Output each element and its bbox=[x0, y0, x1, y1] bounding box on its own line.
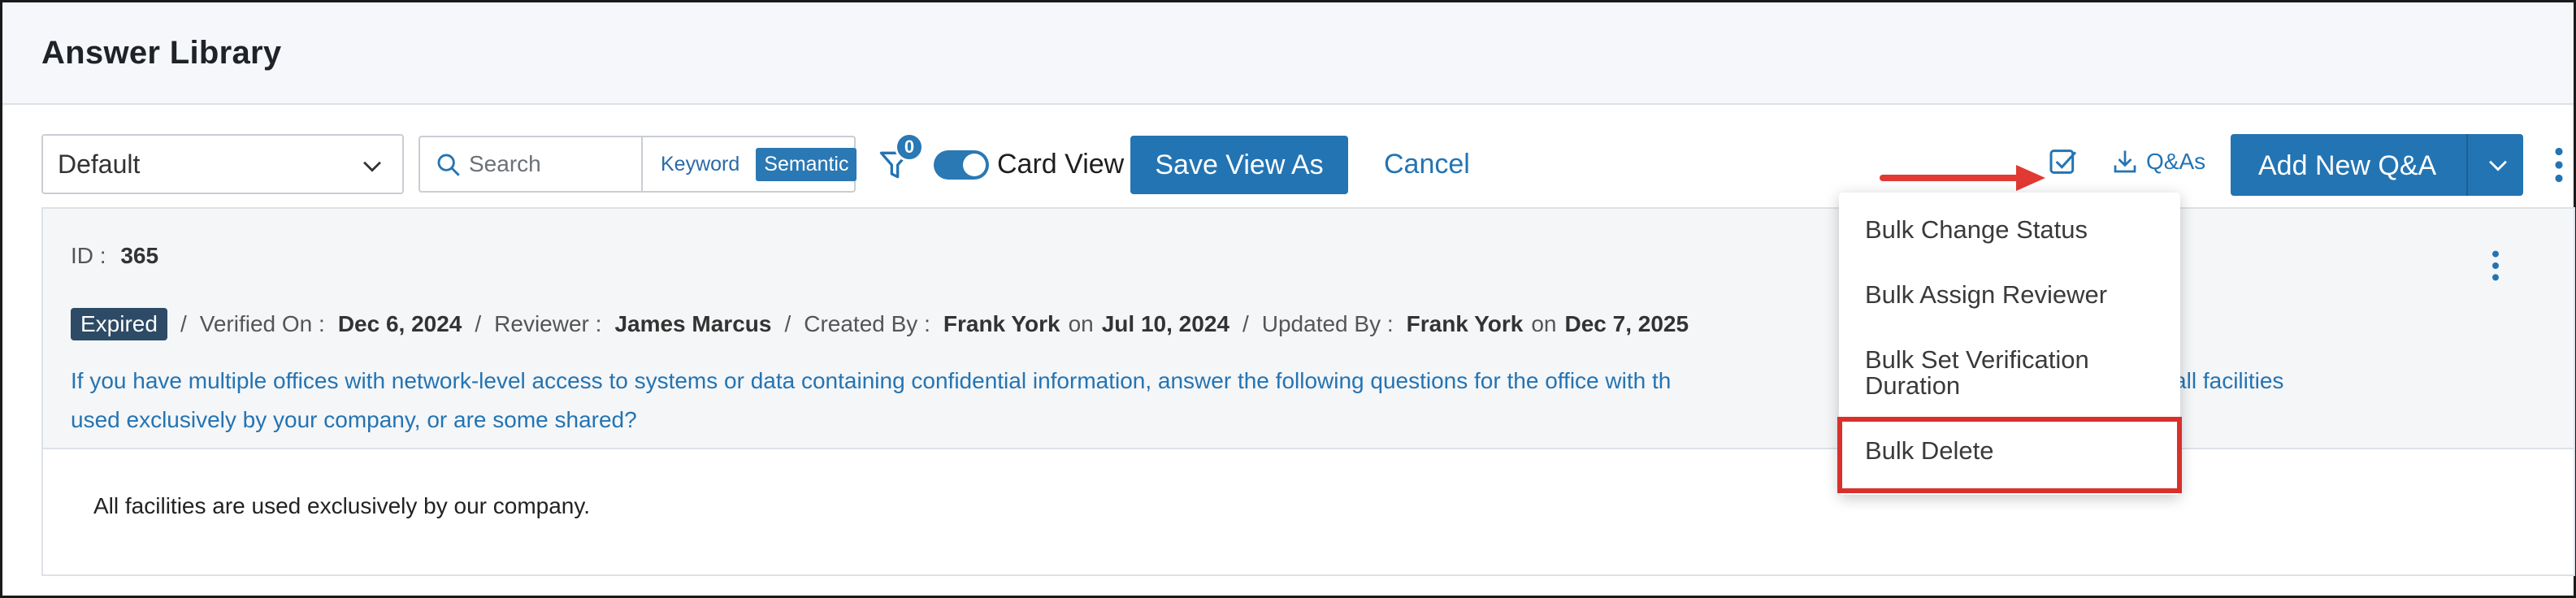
kebab-icon[interactable] bbox=[2551, 147, 2567, 183]
separator: / bbox=[180, 311, 187, 336]
separator: / bbox=[1242, 311, 1249, 336]
split-divider bbox=[2466, 134, 2468, 196]
cancel-button[interactable]: Cancel bbox=[1384, 149, 1470, 180]
created-by-label: Created By : bbox=[804, 311, 930, 336]
reviewer-name: James Marcus bbox=[614, 311, 772, 336]
updated-by-name: Frank York bbox=[1406, 311, 1524, 336]
qa-id-value: 365 bbox=[120, 243, 159, 268]
toggle-knob bbox=[963, 154, 986, 176]
qa-card-header: ID : 365 Expired / Verified On : Dec 6, … bbox=[43, 209, 2574, 449]
updated-date: Dec 7, 2025 bbox=[1564, 311, 1689, 336]
updated-by-label: Updated By : bbox=[1261, 311, 1394, 336]
toolbar: Default Keyword Semantic 0 Card View Sav… bbox=[2, 105, 2574, 207]
app-window: Answer Library Default Keyword Semantic … bbox=[0, 0, 2576, 598]
menu-item-bulk-change-status[interactable]: Bulk Change Status bbox=[1865, 217, 2158, 243]
download-icon bbox=[2114, 150, 2136, 173]
verified-label: Verified On : bbox=[199, 311, 325, 336]
keyword-mode-button[interactable]: Keyword bbox=[653, 148, 748, 181]
menu-item-bulk-assign-reviewer[interactable]: Bulk Assign Reviewer bbox=[1865, 282, 2158, 308]
view-select-value: Default bbox=[58, 149, 141, 179]
question-text-line2: used exclusively by your company, or are… bbox=[71, 407, 637, 432]
add-new-qa-button[interactable]: Add New Q&A bbox=[2231, 134, 2523, 196]
search-box: Keyword Semantic bbox=[418, 136, 857, 193]
created-on-label: on bbox=[1068, 311, 1094, 336]
search-input[interactable] bbox=[469, 147, 640, 181]
qa-id-label: ID : bbox=[71, 243, 106, 268]
semantic-mode-button[interactable]: Semantic bbox=[756, 147, 857, 181]
page-title: Answer Library bbox=[41, 35, 282, 71]
qa-meta-row: Expired / Verified On : Dec 6, 2024 / Re… bbox=[71, 308, 1689, 340]
checkbox-square-icon[interactable] bbox=[2047, 145, 2079, 178]
qa-card: ID : 365 Expired / Verified On : Dec 6, … bbox=[41, 207, 2575, 576]
answer-text: All facilities are used exclusively by o… bbox=[93, 493, 591, 518]
chevron-down-icon bbox=[363, 161, 381, 172]
kebab-icon[interactable] bbox=[2489, 248, 2502, 284]
red-arrow-annotation bbox=[1880, 165, 2045, 191]
created-by-name: Frank York bbox=[943, 311, 1060, 336]
updated-on-label: on bbox=[1531, 311, 1557, 336]
status-badge: Expired bbox=[71, 308, 167, 340]
card-view-label: Card View bbox=[997, 149, 1125, 180]
page-header: Answer Library bbox=[2, 2, 2574, 105]
question-text-part1: If you have multiple offices with networ… bbox=[71, 368, 1672, 393]
search-icon bbox=[437, 154, 460, 176]
menu-item-bulk-set-verification-duration[interactable]: Bulk Set Verification Duration bbox=[1865, 347, 2158, 399]
search-mode-toggle: Keyword Semantic bbox=[641, 137, 857, 191]
reviewer-label: Reviewer : bbox=[494, 311, 602, 336]
add-new-qa-label: Add New Q&A bbox=[2258, 150, 2437, 181]
separator: / bbox=[475, 311, 482, 336]
qa-id: ID : 365 bbox=[71, 243, 158, 269]
filter-count-badge: 0 bbox=[895, 132, 924, 162]
verified-date: Dec 6, 2024 bbox=[337, 311, 462, 336]
created-date: Jul 10, 2024 bbox=[1101, 311, 1229, 336]
card-view-toggle[interactable] bbox=[934, 150, 989, 180]
highlight-box-annotation bbox=[1837, 417, 2182, 493]
save-view-as-button[interactable]: Save View As bbox=[1130, 136, 1348, 194]
export-qas-button[interactable]: Q&As bbox=[2110, 147, 2205, 176]
export-qas-label: Q&As bbox=[2146, 149, 2206, 174]
separator: / bbox=[784, 311, 791, 336]
view-select[interactable]: Default bbox=[41, 134, 404, 194]
chevron-down-icon[interactable] bbox=[2484, 151, 2512, 179]
